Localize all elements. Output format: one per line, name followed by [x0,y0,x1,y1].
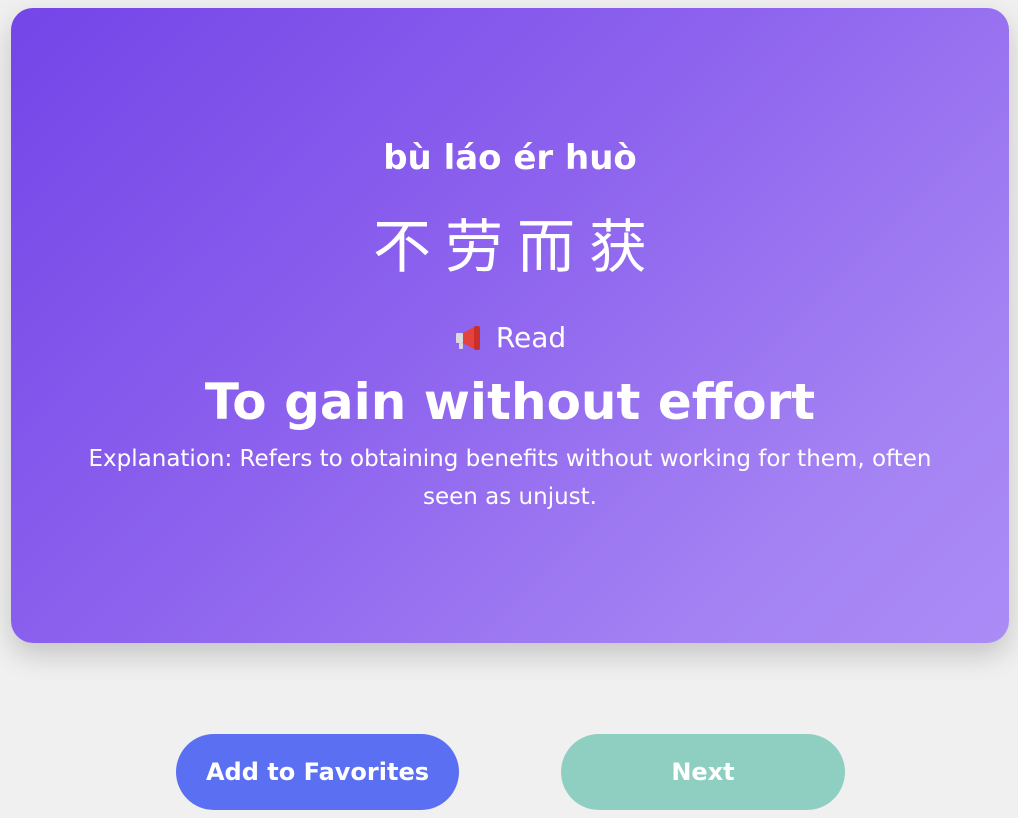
idiom-characters: 不劳而获 [372,213,661,281]
pinyin-text: bù láo ér huò [383,138,637,178]
page: bù láo ér huò 不劳而获 Read To gain without … [0,0,1018,818]
add-to-favorites-button[interactable]: Add to Favorites [176,734,459,810]
idiom-meaning: To gain without effort [204,373,816,431]
next-button[interactable]: Next [561,734,845,810]
idiom-card: bù láo ér huò 不劳而获 Read To gain without … [11,8,1009,643]
idiom-explanation: Explanation: Refers to obtaining benefit… [88,446,932,510]
megaphone-icon [455,326,480,350]
read-label: Read [495,321,567,354]
read-aloud-button[interactable]: Read [11,316,1009,360]
